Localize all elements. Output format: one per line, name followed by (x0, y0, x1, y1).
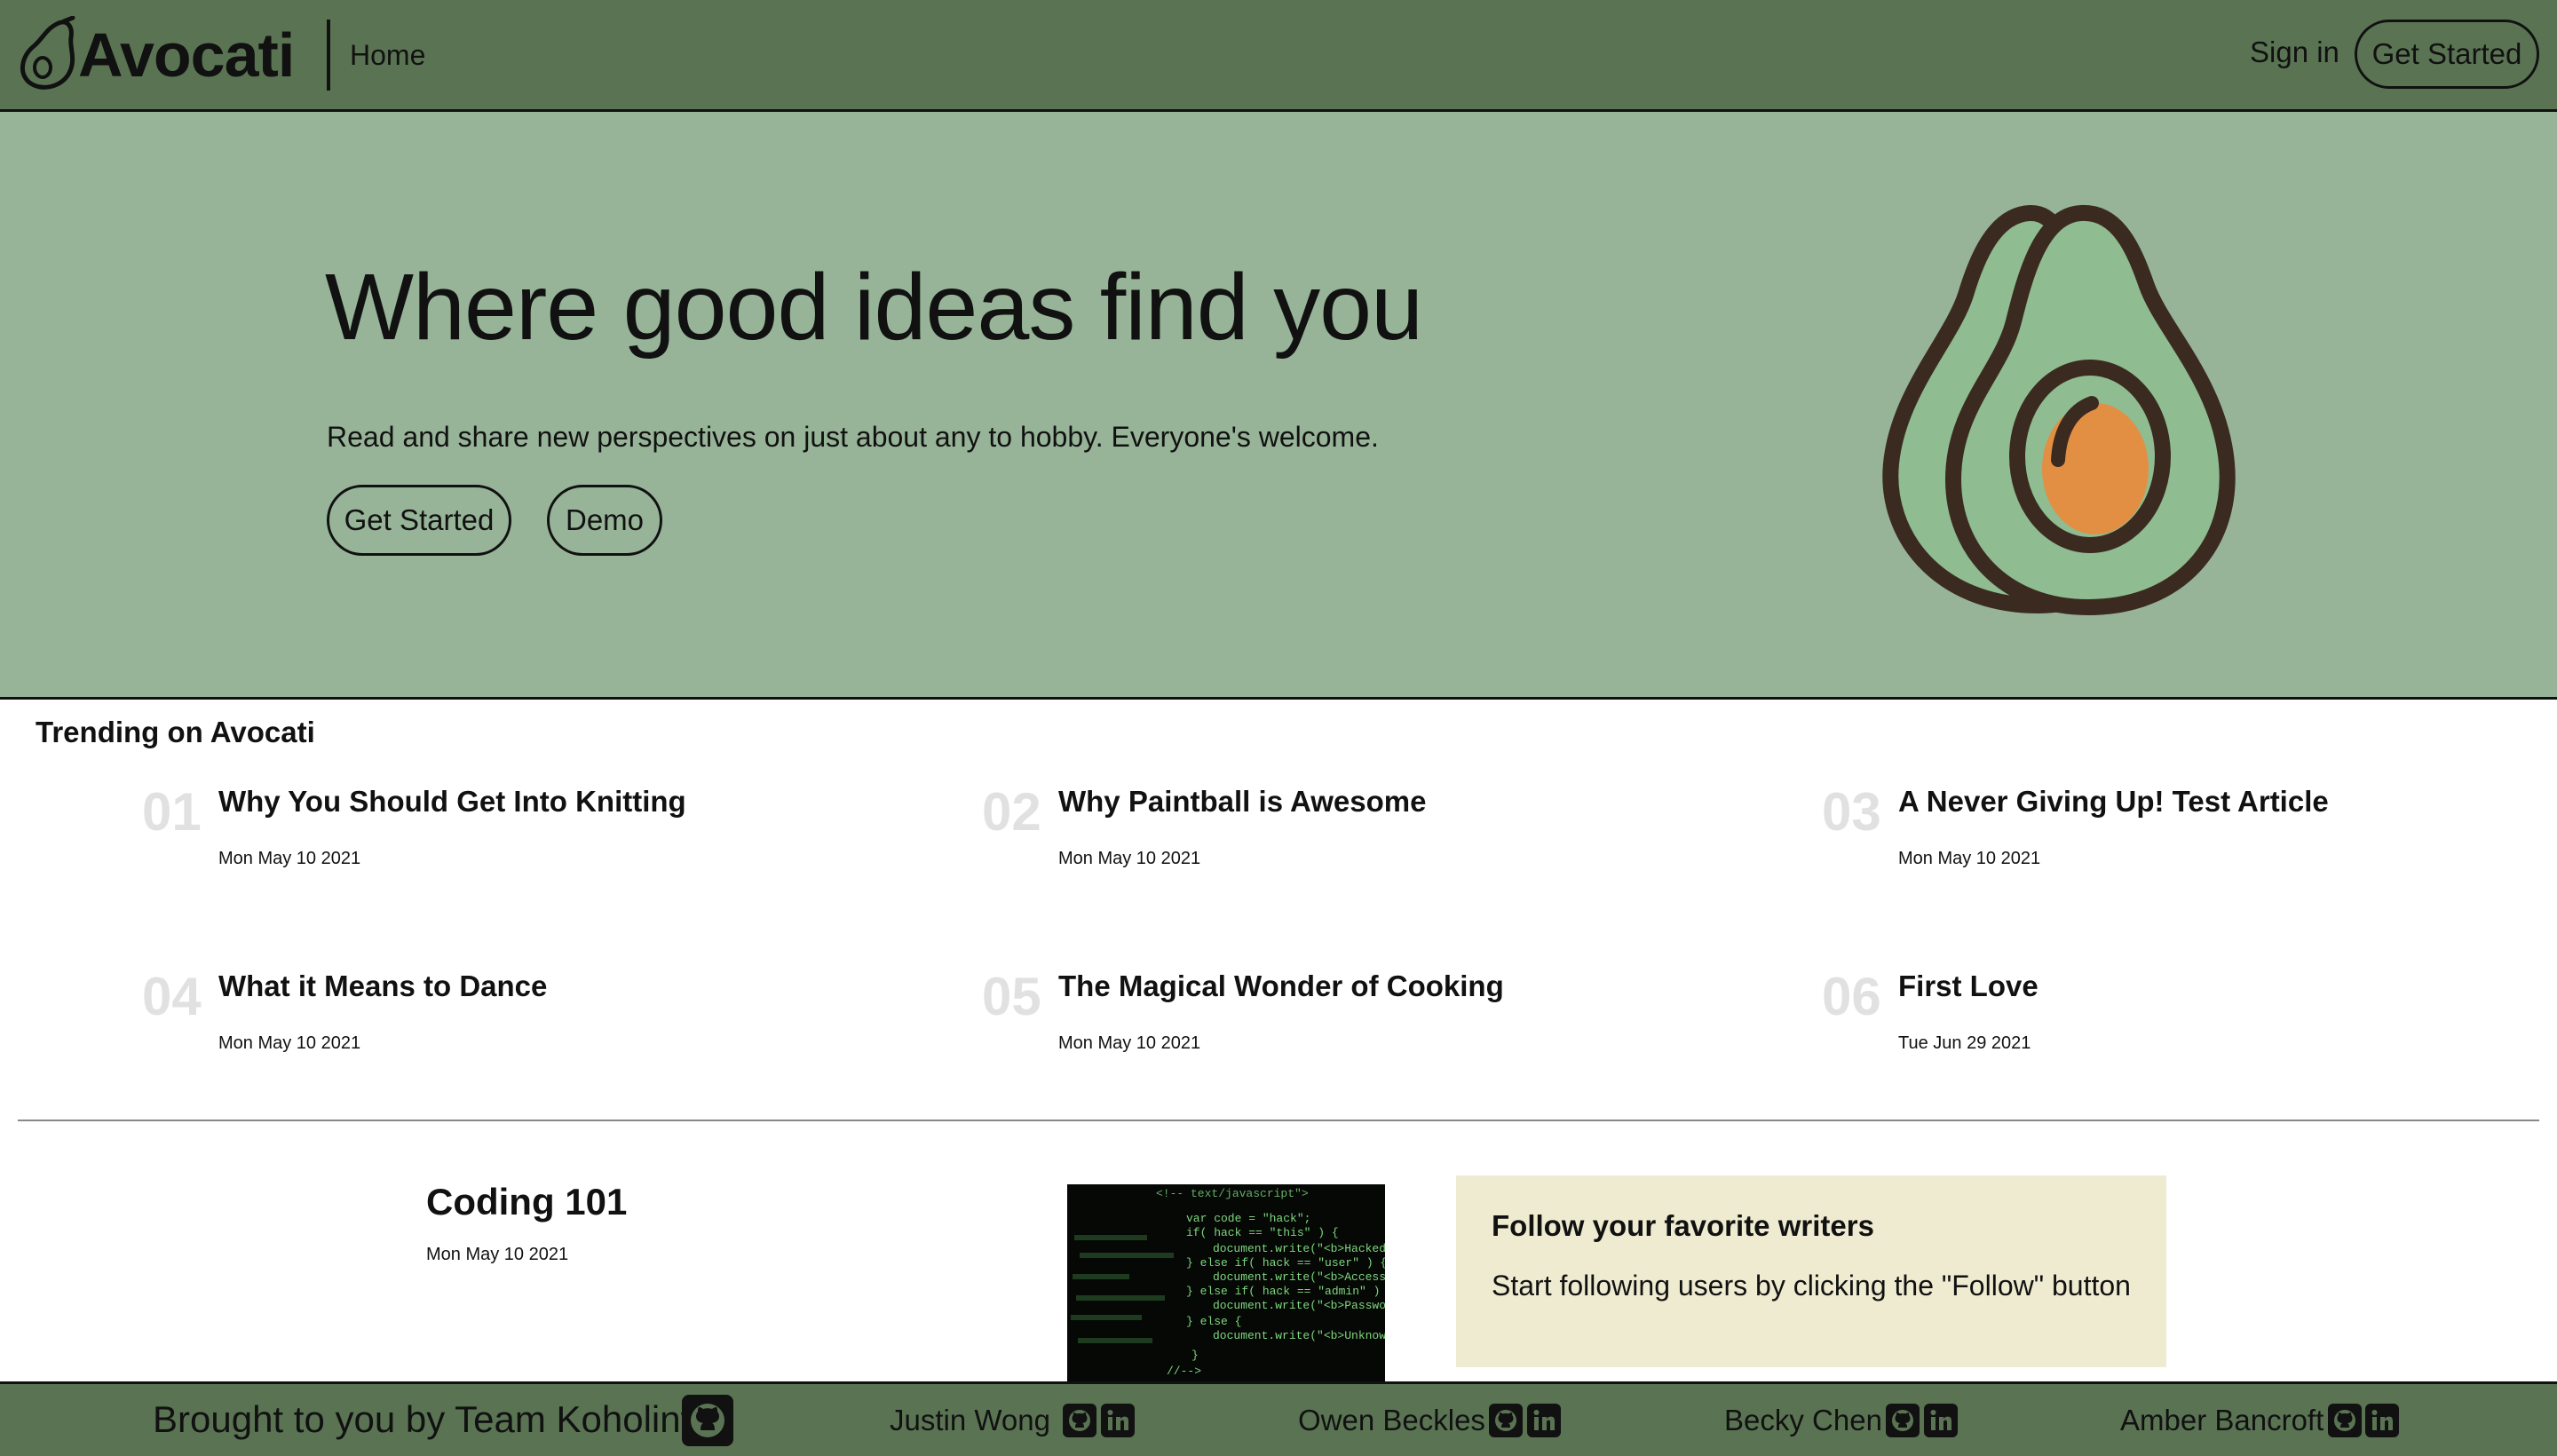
brand-name[interactable]: Avocati (78, 20, 295, 91)
svg-text:document.write("<b>Password");: document.write("<b>Password"); (1213, 1299, 1385, 1312)
team-member: Amber Bancroft (2120, 1404, 2400, 1443)
svg-text:document.write("<b>Hacked!</b>: document.write("<b>Hacked!</b>"); (1213, 1242, 1385, 1255)
trending-date: Mon May 10 2021 (1898, 849, 2041, 868)
svg-text:document.write("<b>Unknown");: document.write("<b>Unknown"); (1213, 1329, 1385, 1342)
team-credit: Brought to you by Team Koholint (153, 1398, 692, 1440)
trending-rank: 03 (1822, 782, 1881, 842)
team-member: Owen Beckles (1298, 1404, 1561, 1443)
trending-item[interactable]: 05 The Magical Wonder of Cooking Mon May… (982, 966, 1781, 1090)
svg-text://-->: //--> (1167, 1365, 1201, 1378)
trending-heading: Trending on Avocati (36, 716, 315, 748)
svg-text:} else {: } else { (1186, 1315, 1241, 1328)
trending-date: Mon May 10 2021 (218, 849, 361, 868)
code-screen-image: <!-- text/javascript"> var code = "hack"… (1071, 1187, 1385, 1378)
trending-date: Tue Jun 29 2021 (1898, 1033, 2031, 1053)
trending-rank: 01 (142, 782, 202, 842)
trending-rank: 02 (982, 782, 1041, 842)
follow-writers-card: Follow your favorite writers Start follo… (1456, 1175, 2166, 1367)
trending-title[interactable]: First Love (1898, 969, 2038, 1003)
trending-item[interactable]: 01 Why You Should Get Into Knitting Mon … (142, 781, 941, 906)
trending-title[interactable]: Why Paintball is Awesome (1058, 785, 1426, 819)
github-icon[interactable] (1886, 1404, 1920, 1437)
hero-section: Where good ideas find you Read and share… (0, 112, 2557, 700)
section-divider (18, 1120, 2539, 1121)
article-date: Mon May 10 2021 (426, 1245, 569, 1264)
member-name: Amber Bancroft (2120, 1404, 2324, 1436)
svg-text:} else if( hack == "admin" ) {: } else if( hack == "admin" ) { (1186, 1285, 1385, 1298)
trending-rank: 04 (142, 967, 202, 1026)
trending-rank: 05 (982, 967, 1041, 1026)
site-footer: Brought to you by Team Koholint Justin W… (0, 1381, 2557, 1456)
svg-text:document.write("<b>Access Gran: document.write("<b>Access Granted"); (1213, 1270, 1385, 1284)
demo-button[interactable]: Demo (547, 485, 662, 556)
linkedin-icon[interactable] (1923, 1404, 1958, 1437)
svg-text:if( hack == "this" ) {: if( hack == "this" ) { (1186, 1226, 1339, 1239)
trending-item[interactable]: 03 A Never Giving Up! Test Article Mon M… (1822, 781, 2532, 906)
trending-item[interactable]: 02 Why Paintball is Awesome Mon May 10 2… (982, 781, 1781, 906)
follow-card-text: Start following users by clicking the "F… (1492, 1270, 2131, 1302)
trending-title[interactable]: Why You Should Get Into Knitting (218, 785, 686, 819)
member-name: Justin Wong (890, 1404, 1050, 1436)
nav-divider (327, 20, 330, 91)
svg-text:}: } (1191, 1349, 1199, 1362)
linkedin-icon[interactable] (1526, 1404, 1561, 1437)
svg-text:} else if( hack == "user" ) {: } else if( hack == "user" ) { (1186, 1256, 1385, 1270)
hero-subtitle: Read and share new perspectives on just … (327, 421, 1379, 453)
trending-date: Mon May 10 2021 (1058, 849, 1201, 868)
linkedin-icon[interactable] (1100, 1404, 1135, 1437)
trending-date: Mon May 10 2021 (1058, 1033, 1201, 1053)
trending-date: Mon May 10 2021 (218, 1033, 361, 1053)
member-name: Becky Chen (1724, 1404, 1882, 1436)
member-name: Owen Beckles (1298, 1404, 1485, 1436)
nav-home-link[interactable]: Home (350, 39, 425, 72)
svg-text:<!-- text/javascript">: <!-- text/javascript"> (1156, 1187, 1309, 1200)
top-nav: Avocati Home Sign in Get Started (0, 0, 2557, 112)
trending-rank: 06 (1822, 967, 1881, 1026)
trending-title[interactable]: What it Means to Dance (218, 969, 547, 1003)
trending-item[interactable]: 04 What it Means to Dance Mon May 10 202… (142, 966, 941, 1090)
github-icon[interactable] (1489, 1404, 1524, 1437)
follow-card-title: Follow your favorite writers (1492, 1209, 1874, 1242)
article-title[interactable]: Coding 101 (426, 1181, 627, 1223)
linkedin-icon[interactable] (2365, 1404, 2400, 1437)
get-started-button[interactable]: Get Started (327, 485, 511, 556)
svg-text:var code = "hack";: var code = "hack"; (1186, 1212, 1310, 1225)
trending-title[interactable]: A Never Giving Up! Test Article (1898, 785, 2329, 819)
team-member: Justin Wong (890, 1404, 1135, 1443)
trending-item[interactable]: 06 First Love Tue Jun 29 2021 (1822, 966, 2532, 1090)
avocado-logo-icon[interactable] (16, 16, 80, 94)
sign-in-link[interactable]: Sign in (2250, 36, 2339, 69)
github-icon[interactable] (1063, 1404, 1097, 1437)
get-started-nav-button[interactable]: Get Started (2355, 20, 2539, 89)
hero-title: Where good ideas find you (325, 255, 1423, 360)
trending-title[interactable]: The Magical Wonder of Cooking (1058, 969, 1504, 1003)
article-thumbnail[interactable]: <!-- text/javascript"> var code = "hack"… (1067, 1184, 1385, 1385)
github-icon[interactable] (682, 1395, 733, 1446)
github-icon[interactable] (2327, 1404, 2362, 1437)
team-member: Becky Chen (1724, 1404, 1958, 1443)
avocado-illustration-icon (1882, 205, 2236, 615)
